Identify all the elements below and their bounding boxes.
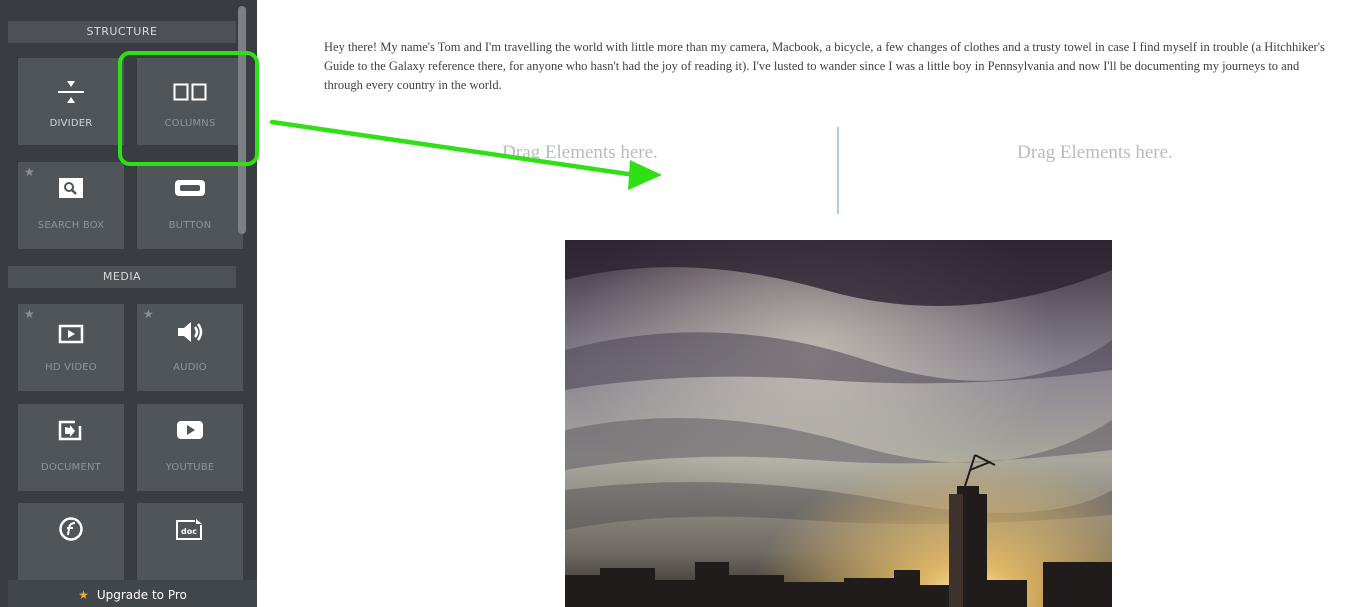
search-box-icon bbox=[18, 174, 124, 202]
document-element-tile[interactable]: DOCUMENT bbox=[18, 404, 124, 491]
intro-paragraph[interactable]: Hey there! My name's Tom and I'm travell… bbox=[324, 38, 1336, 95]
svg-text:doc: doc bbox=[181, 527, 197, 536]
columns-icon bbox=[137, 78, 243, 106]
document-label: DOCUMENT bbox=[40, 462, 101, 473]
column-divider bbox=[837, 127, 839, 214]
audio-label: AUDIO bbox=[173, 362, 207, 373]
upgrade-label: Upgrade to Pro bbox=[96, 588, 187, 602]
columns-label: COLUMNS bbox=[164, 118, 216, 129]
city-sky-photo[interactable] bbox=[565, 240, 1112, 607]
audio-element-tile[interactable]: ★ AUDIO bbox=[137, 304, 243, 391]
doc-file-icon: doc bbox=[137, 515, 243, 543]
hd-video-label: HD VIDEO bbox=[45, 362, 97, 373]
sidebar-scrollbar[interactable] bbox=[238, 6, 246, 234]
button-icon bbox=[137, 174, 243, 202]
search-box-label: SEARCH BOX bbox=[37, 220, 105, 231]
document-icon bbox=[18, 416, 124, 444]
youtube-element-tile[interactable]: YOUTUBE bbox=[137, 404, 243, 491]
divider-label: DIVIDER bbox=[49, 118, 93, 129]
flash-icon bbox=[18, 515, 124, 543]
hd-video-element-tile[interactable]: ★ HD VIDEO bbox=[18, 304, 124, 391]
left-column-drop-zone[interactable]: Drag Elements here. bbox=[425, 138, 735, 168]
divider-element-tile[interactable]: DIVIDER bbox=[18, 58, 124, 145]
pro-star-icon: ★ bbox=[24, 307, 35, 321]
youtube-label: YOUTUBE bbox=[165, 462, 215, 473]
upgrade-to-pro-button[interactable]: ★ Upgrade to Pro bbox=[8, 580, 257, 607]
media-section-header: MEDIA bbox=[8, 266, 236, 288]
button-label: BUTTON bbox=[168, 220, 212, 231]
search-box-element-tile[interactable]: ★ SEARCH BOX bbox=[18, 162, 124, 249]
doc-file-element-tile[interactable]: doc bbox=[137, 503, 243, 590]
structure-section-header: STRUCTURE bbox=[8, 21, 236, 43]
flash-element-tile[interactable] bbox=[18, 503, 124, 590]
elements-sidebar: STRUCTURE DIVIDER COLUMNS ★ SEARCH BOX B… bbox=[0, 0, 257, 607]
audio-icon bbox=[137, 318, 243, 346]
star-icon: ★ bbox=[78, 588, 89, 602]
columns-element-tile[interactable]: COLUMNS bbox=[137, 58, 243, 145]
youtube-icon bbox=[137, 416, 243, 444]
button-element-tile[interactable]: BUTTON bbox=[137, 162, 243, 249]
divider-icon bbox=[18, 78, 124, 106]
hd-video-icon bbox=[18, 320, 124, 348]
right-column-drop-zone[interactable]: Drag Elements here. bbox=[940, 138, 1250, 168]
